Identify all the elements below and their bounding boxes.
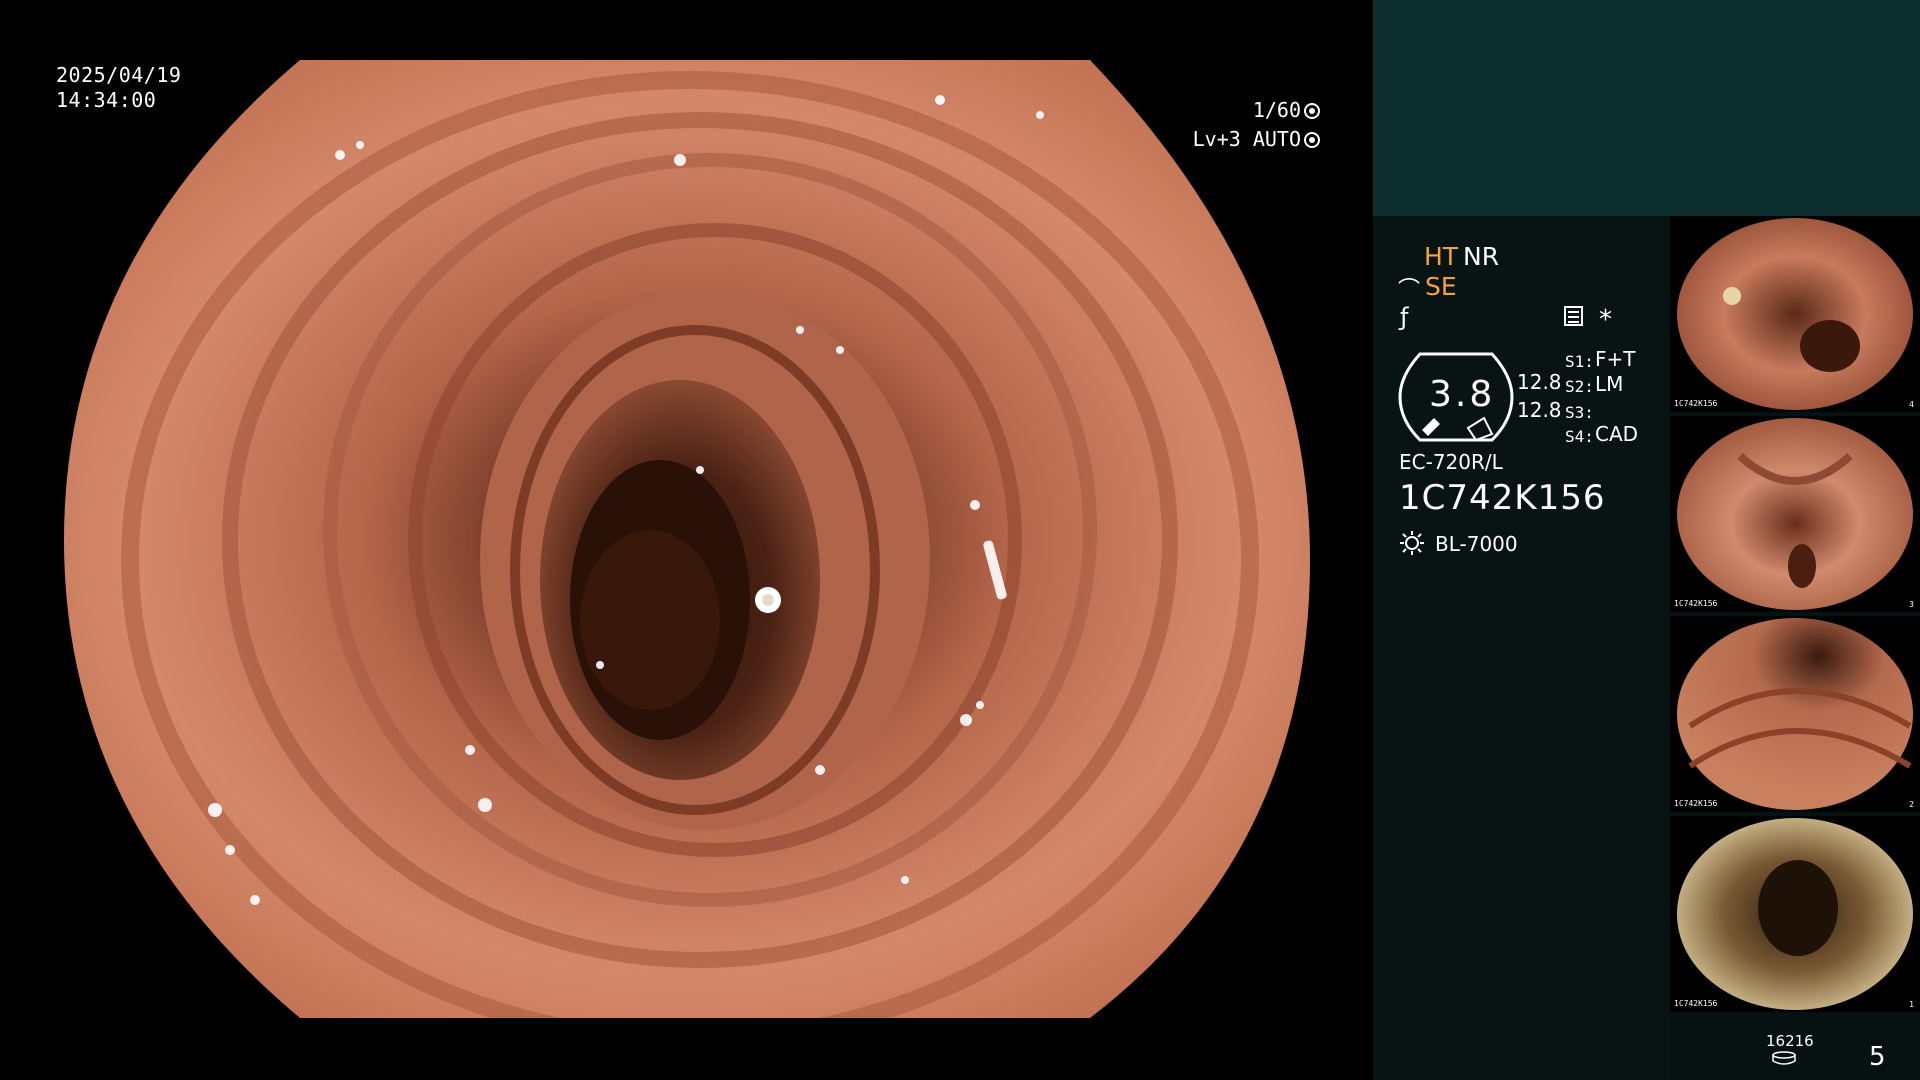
se-indicator: SE bbox=[1425, 272, 1457, 301]
switch-2-value: LM bbox=[1595, 372, 1624, 396]
light-source-icon bbox=[1400, 531, 1424, 555]
light-source-model: BL-7000 bbox=[1435, 532, 1518, 556]
storage-icon bbox=[1772, 1051, 1796, 1065]
switch-1-label: S1: bbox=[1565, 352, 1594, 371]
ht-indicator: HT bbox=[1424, 242, 1459, 271]
captured-thumbnail[interactable]: 1C742K156 1 bbox=[1670, 816, 1920, 1012]
page-number: 5 bbox=[1869, 1042, 1886, 1072]
shutter-speed: 1/60 bbox=[1180, 98, 1320, 123]
gauge-side-value-2: 12.8 bbox=[1517, 398, 1562, 422]
switch-4-label: S4: bbox=[1565, 427, 1594, 446]
thumbnail-caption: 1C742K156 bbox=[1674, 599, 1718, 608]
nr-indicator: NR bbox=[1463, 242, 1500, 271]
thumbnail-index: 4 bbox=[1909, 400, 1914, 409]
thumbnail-caption: 1C742K156 bbox=[1674, 999, 1718, 1008]
image-counter: 16216 bbox=[1766, 1032, 1814, 1050]
switch-3-label: S3: bbox=[1565, 403, 1594, 422]
colon-lumen-image bbox=[64, 60, 1310, 1018]
level-value: Lv+3 AUTO bbox=[1192, 127, 1301, 151]
exam-date: 2025/04/19 bbox=[56, 63, 182, 87]
thumbnail-index: 1 bbox=[1909, 1000, 1914, 1009]
gauge-side-value-1: 12.8 bbox=[1517, 370, 1562, 394]
switch-2-label: S2: bbox=[1565, 377, 1594, 396]
captured-thumbnail[interactable]: 1C742K156 3 bbox=[1670, 416, 1920, 612]
shutter-dial-icon bbox=[1304, 103, 1320, 119]
thumbnail-image bbox=[1677, 218, 1913, 410]
scope-serial: 1C742K156 bbox=[1399, 478, 1606, 518]
thumbnail-index: 2 bbox=[1909, 800, 1914, 809]
exam-time: 14:34:00 bbox=[56, 88, 157, 112]
auto-iris-icon bbox=[1304, 132, 1320, 148]
thumbnail-caption: 1C742K156 bbox=[1674, 799, 1718, 808]
captured-thumbnail[interactable]: 1C742K156 4 bbox=[1670, 216, 1920, 412]
shutter-value: 1/60 bbox=[1252, 98, 1301, 122]
info-panel: HT NR ⌒ SE ƒ * 3.8 12.8 12.8 S1: F+T S2:… bbox=[1373, 0, 1920, 1080]
star-indicator: * bbox=[1599, 305, 1612, 335]
thumbnail-caption: 1C742K156 bbox=[1674, 399, 1718, 408]
record-icon bbox=[1564, 306, 1583, 326]
switch-4-value: CAD bbox=[1595, 422, 1639, 446]
exposure-level: Lv+3 AUTO bbox=[1180, 127, 1320, 152]
captured-thumbnail[interactable]: 1C742K156 2 bbox=[1670, 616, 1920, 812]
enhance-curve-icon: ⌒ bbox=[1398, 278, 1421, 303]
thumbnail-image bbox=[1677, 418, 1913, 610]
thumbnail-image bbox=[1677, 618, 1913, 810]
scope-model: EC-720R/L bbox=[1399, 450, 1503, 474]
settings-area bbox=[1373, 216, 1670, 1080]
endoscope-live-view: 2025/04/19 14:34:00 1/60 Lv+3 AUTO bbox=[0, 0, 1372, 1080]
panel-header-area bbox=[1373, 0, 1920, 216]
thumbnail-index: 3 bbox=[1909, 600, 1914, 609]
thumbnail-image bbox=[1677, 818, 1913, 1010]
freeze-icon: ƒ bbox=[1400, 303, 1409, 331]
switch-1-value: F+T bbox=[1595, 347, 1636, 371]
zoom-value: 3.8 bbox=[1429, 374, 1496, 415]
